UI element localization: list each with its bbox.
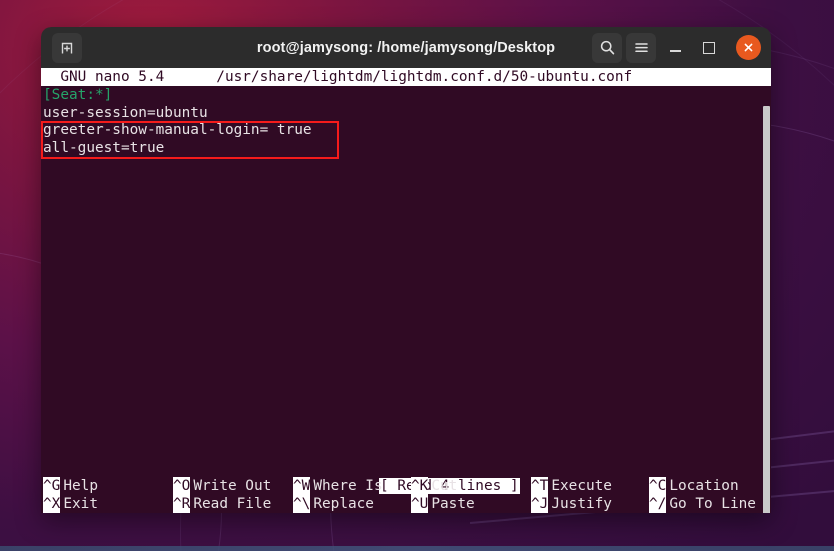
shortcut-execute[interactable]: ^T Execute [531,477,649,495]
code-line: all-guest=true [43,139,165,156]
desktop-bottom-strip [0,546,834,551]
shortcut-label: Help [63,478,98,494]
shortcut-cut[interactable]: ^K Cut [411,477,531,495]
code-line: [Seat:*] [43,87,113,103]
terminal-content[interactable]: GNU nano 5.4 /usr/share/lightdm/lightdm.… [41,68,771,513]
shortcut-where-is[interactable]: ^W Where Is [293,477,411,495]
nano-footer: [ Read 4 lines ] ^G Help ^O Write Out ^W… [41,459,771,513]
shortcut-label: Paste [431,496,475,512]
shortcut-row-1: ^G Help ^O Write Out ^W Where Is ^K Cut [41,477,771,495]
shortcut-key: ^T [531,477,549,495]
code-line: greeter-show-manual-login= true [43,122,312,139]
shortcut-key: ^G [43,477,61,495]
hamburger-menu-icon[interactable] [626,32,656,63]
terminal-window: root@jamysong: /home/jamysong/Desktop GN… [41,27,771,513]
shortcut-read-file[interactable]: ^R Read File [173,495,293,513]
nano-status-line: [ Read 4 lines ] [41,459,771,494]
nano-editor-area[interactable]: [Seat:*] user-session=ubuntu greeter-sho… [41,86,771,159]
shortcut-label: Execute [551,478,612,494]
terminal-scrollbar[interactable] [762,86,771,513]
shortcut-paste[interactable]: ^U Paste [411,495,531,513]
shortcut-label: Write Out [193,478,272,494]
shortcut-key: ^/ [649,495,667,513]
shortcut-label: Where Is [313,478,383,494]
shortcut-exit[interactable]: ^X Exit [43,495,173,513]
shortcut-key: ^R [173,495,191,513]
code-line: user-session=ubuntu [43,104,208,121]
shortcut-label: Go To Line [669,496,756,512]
new-tab-icon[interactable] [52,32,82,63]
shortcut-key: ^\ [293,495,311,513]
shortcut-help[interactable]: ^G Help [43,477,173,495]
shortcut-key: ^X [43,495,61,513]
shortcut-label: Read File [193,496,272,512]
maximize-icon[interactable] [694,33,724,63]
shortcut-key: ^J [531,495,549,513]
shortcut-key: ^C [649,477,667,495]
shortcut-justify[interactable]: ^J Justify [531,495,649,513]
scrollbar-thumb[interactable] [763,106,770,513]
shortcut-row-2: ^X Exit ^R Read File ^\ Replace ^U Paste [41,495,771,513]
shortcut-location[interactable]: ^C Location [649,477,739,495]
search-icon[interactable] [592,32,622,63]
shortcut-label: Exit [63,496,98,512]
shortcut-label: Replace [313,496,374,512]
shortcut-go-to-line[interactable]: ^/ Go To Line [649,495,756,513]
shortcut-label: Justify [551,496,612,512]
shortcut-key: ^O [173,477,191,495]
titlebar-controls [592,32,771,63]
shortcut-label: Location [669,478,739,494]
shortcut-key: ^U [411,495,429,513]
nano-header-bar: GNU nano 5.4 /usr/share/lightdm/lightdm.… [41,68,771,86]
close-icon[interactable] [736,35,761,60]
shortcut-write-out[interactable]: ^O Write Out [173,477,293,495]
desktop-wallpaper: root@jamysong: /home/jamysong/Desktop GN… [0,0,834,551]
shortcut-replace[interactable]: ^\ Replace [293,495,411,513]
shortcut-key: ^K [411,477,429,495]
minimize-icon[interactable] [660,33,690,63]
shortcut-label: Cut [431,478,458,494]
shortcut-key: ^W [293,477,311,495]
window-titlebar[interactable]: root@jamysong: /home/jamysong/Desktop [41,27,771,68]
